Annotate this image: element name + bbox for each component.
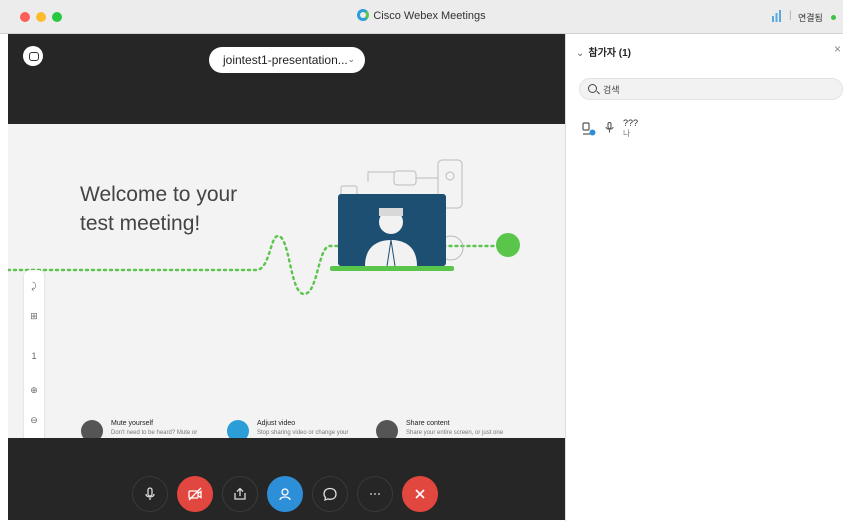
- presentation-slide: Welcome to your test meeting! ⤸ ⊞ 1 ⊕ ⊖ …: [8, 124, 565, 438]
- microphone-icon: [605, 122, 614, 133]
- participant-row[interactable]: ??? 나: [582, 118, 832, 142]
- search-input[interactable]: [603, 83, 833, 96]
- webex-logo-icon: [357, 9, 370, 21]
- leave-meeting-button[interactable]: [402, 476, 438, 512]
- collapse-chevron-icon[interactable]: ⌄: [576, 48, 584, 59]
- tip-body: Share your entire screen, or just one do…: [406, 430, 504, 436]
- zoom-in-icon[interactable]: ⊕: [24, 384, 44, 396]
- zoom-out-icon[interactable]: ⊖: [24, 414, 44, 426]
- meeting-controls: [8, 464, 565, 520]
- window-title: Cisco Webex Meetings: [373, 10, 486, 22]
- title-bar: Cisco Webex Meetings | 연결됨: [0, 0, 843, 34]
- title-separator: |: [789, 10, 792, 21]
- video-off-icon: [188, 487, 202, 501]
- ellipsis-icon: [370, 493, 380, 495]
- shared-content-label: jointest1-presentation...: [223, 53, 348, 67]
- participants-button[interactable]: [267, 476, 303, 512]
- participant-name: ???: [623, 118, 639, 128]
- close-panel-icon[interactable]: ×: [834, 42, 841, 56]
- meeting-info-icon[interactable]: [23, 46, 43, 66]
- welcome-line-1: Welcome to your: [80, 183, 238, 206]
- person-icon: [582, 122, 596, 136]
- stop-video-button[interactable]: [177, 476, 213, 512]
- tip-body: Stop sharing video or change your camera…: [257, 430, 349, 436]
- chat-button[interactable]: [312, 476, 348, 512]
- share-icon: [234, 487, 246, 500]
- participant-search[interactable]: [579, 78, 843, 100]
- panel-header[interactable]: ⌄ 참가자 (1): [576, 44, 631, 59]
- webex-window: Cisco Webex Meetings | 연결됨 jointest1-pre…: [0, 0, 843, 521]
- chevron-down-icon: ⌄: [347, 54, 355, 64]
- microphone-icon: [145, 487, 155, 500]
- close-icon: [415, 489, 425, 499]
- search-icon: [588, 84, 597, 93]
- slide-illustration: [8, 159, 520, 296]
- tip-title: Adjust video: [257, 420, 296, 427]
- meeting-stage: jointest1-presentation... ⌄ Welcome to y…: [8, 34, 565, 520]
- participant-role: 나: [623, 129, 631, 138]
- tip-body: Don't need to be heard? Mute or unmute w…: [111, 430, 198, 436]
- video-camera-icon: [227, 420, 249, 438]
- thumbnails-icon[interactable]: ⊞: [24, 310, 44, 322]
- panel-title: 참가자 (1): [588, 48, 631, 59]
- mute-button[interactable]: [132, 476, 168, 512]
- share-button[interactable]: [222, 476, 258, 512]
- share-icon: [376, 420, 398, 438]
- welcome-heading: Welcome to your test meeting!: [80, 180, 280, 238]
- welcome-line-2: test meeting!: [80, 212, 201, 235]
- chat-icon: [323, 487, 337, 502]
- connection-status-dot: [831, 15, 836, 20]
- more-options-button[interactable]: [357, 476, 393, 512]
- page-number[interactable]: 1: [24, 350, 44, 362]
- tip-title: Share content: [406, 420, 450, 427]
- participants-panel: ⌄ 참가자 (1) × ??? 나: [565, 34, 843, 521]
- window-title-group: Cisco Webex Meetings: [0, 9, 843, 22]
- annotation-toolbar: ⤸ ⊞ 1 ⊕ ⊖ ⛶: [24, 270, 44, 438]
- tip-title: Mute yourself: [111, 420, 154, 427]
- microphone-icon: [81, 420, 103, 438]
- participants-icon: [279, 488, 291, 501]
- pointer-tool-icon[interactable]: ⤸: [24, 280, 44, 292]
- network-status-icon: [772, 10, 781, 22]
- connection-status-label: 연결됨: [798, 13, 823, 23]
- shared-content-selector[interactable]: jointest1-presentation... ⌄: [209, 47, 365, 73]
